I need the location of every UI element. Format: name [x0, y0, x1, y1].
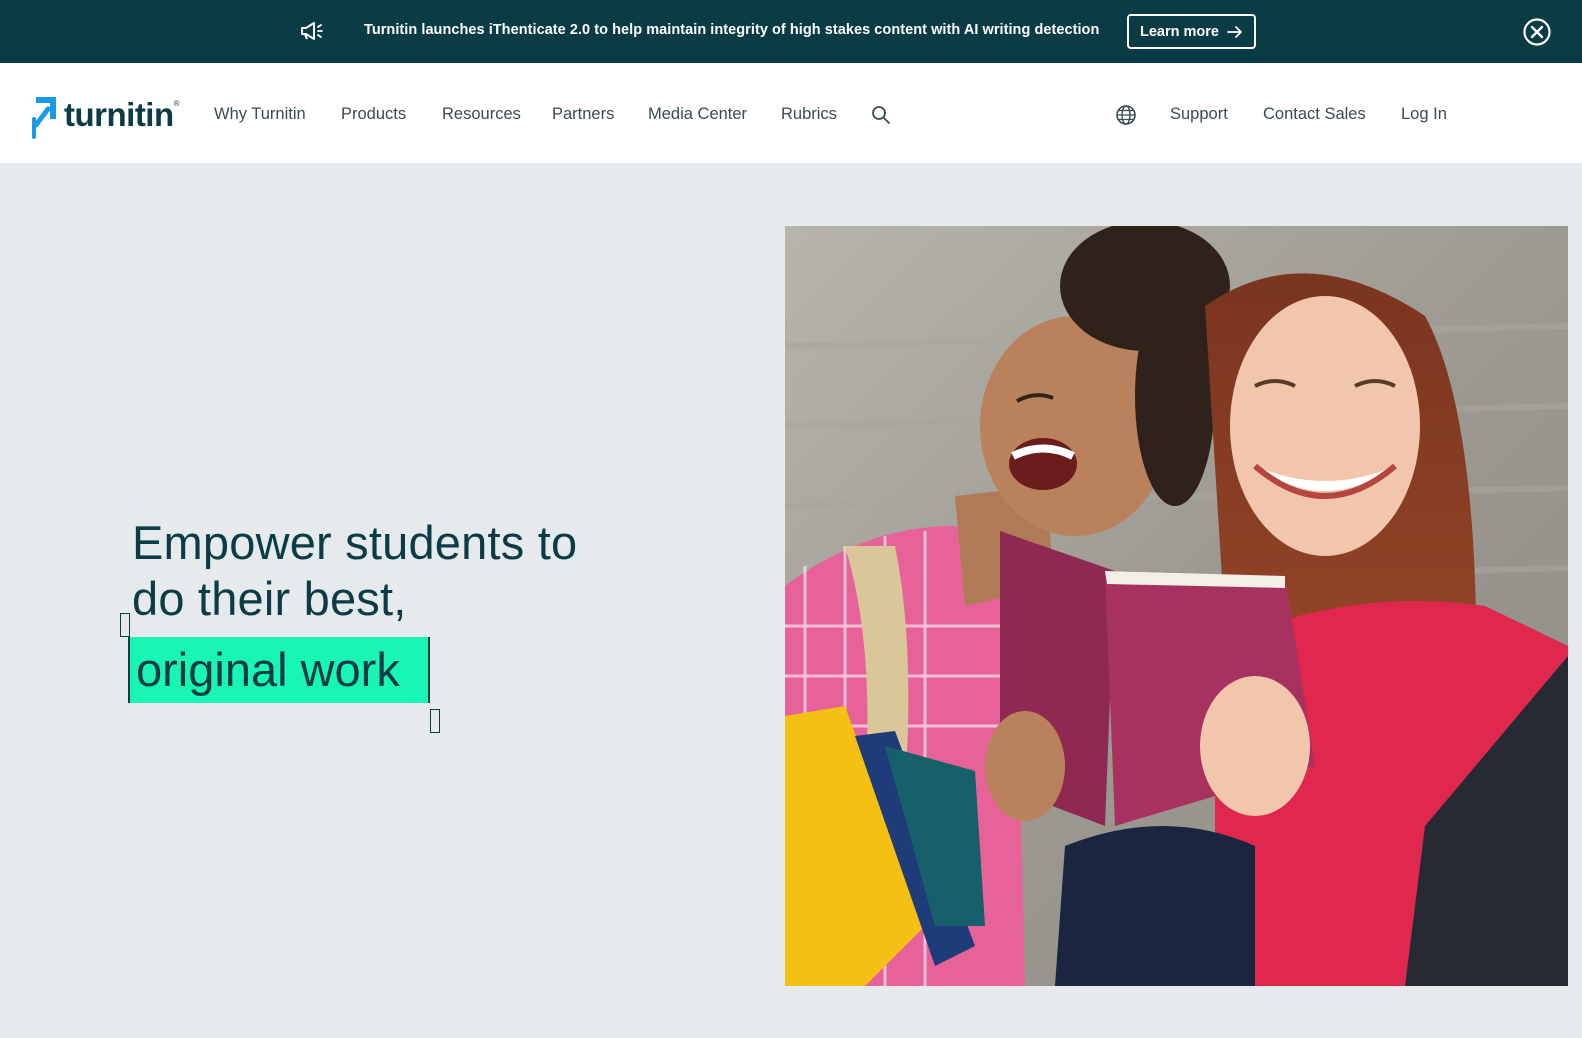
hero-line-1: Empower students to — [132, 516, 578, 569]
nav-partners[interactable]: Partners — [552, 105, 614, 124]
hero-highlight-text: original work — [130, 637, 428, 703]
nav-log-in[interactable]: Log In — [1401, 105, 1447, 124]
learn-more-button[interactable]: Learn more — [1127, 14, 1256, 49]
close-circle-icon[interactable] — [1522, 17, 1552, 47]
nav-media-center[interactable]: Media Center — [648, 105, 747, 124]
nav-support[interactable]: Support — [1170, 105, 1228, 124]
turnitin-mark-icon — [32, 97, 56, 139]
selection-end-caret — [428, 637, 430, 703]
hero-line-2: do their best, — [132, 572, 407, 625]
selection-start-handle[interactable] — [120, 613, 130, 637]
announcement-text: Turnitin launches iThenticate 2.0 to hel… — [364, 22, 1100, 38]
arrow-right-icon — [1227, 25, 1242, 38]
turnitin-logo[interactable]: turnitin ® — [30, 95, 180, 139]
nav-rubrics[interactable]: Rubrics — [781, 105, 837, 124]
logo-trademark: ® — [173, 98, 180, 108]
selection-end-handle[interactable] — [430, 709, 440, 733]
nav-products[interactable]: Products — [341, 105, 406, 124]
megaphone-icon — [301, 22, 323, 40]
hero-students-photo — [785, 226, 1568, 986]
nav-contact-sales[interactable]: Contact Sales — [1263, 105, 1366, 124]
hero-highlight-wrap: original work — [120, 613, 440, 733]
search-icon[interactable] — [871, 105, 891, 125]
nav-resources[interactable]: Resources — [442, 105, 521, 124]
logo-wordmark: turnitin — [64, 96, 174, 133]
students-reading-illustration — [785, 226, 1568, 986]
main-navigation: turnitin ® Why Turnitin Products Resourc… — [0, 63, 1582, 163]
announcement-banner: Turnitin launches iThenticate 2.0 to hel… — [0, 0, 1582, 63]
learn-more-label: Learn more — [1140, 23, 1219, 40]
globe-icon[interactable] — [1115, 104, 1137, 126]
nav-why-turnitin[interactable]: Why Turnitin — [214, 105, 306, 124]
hero-headline: Empower students to do their best, origi… — [120, 515, 652, 733]
